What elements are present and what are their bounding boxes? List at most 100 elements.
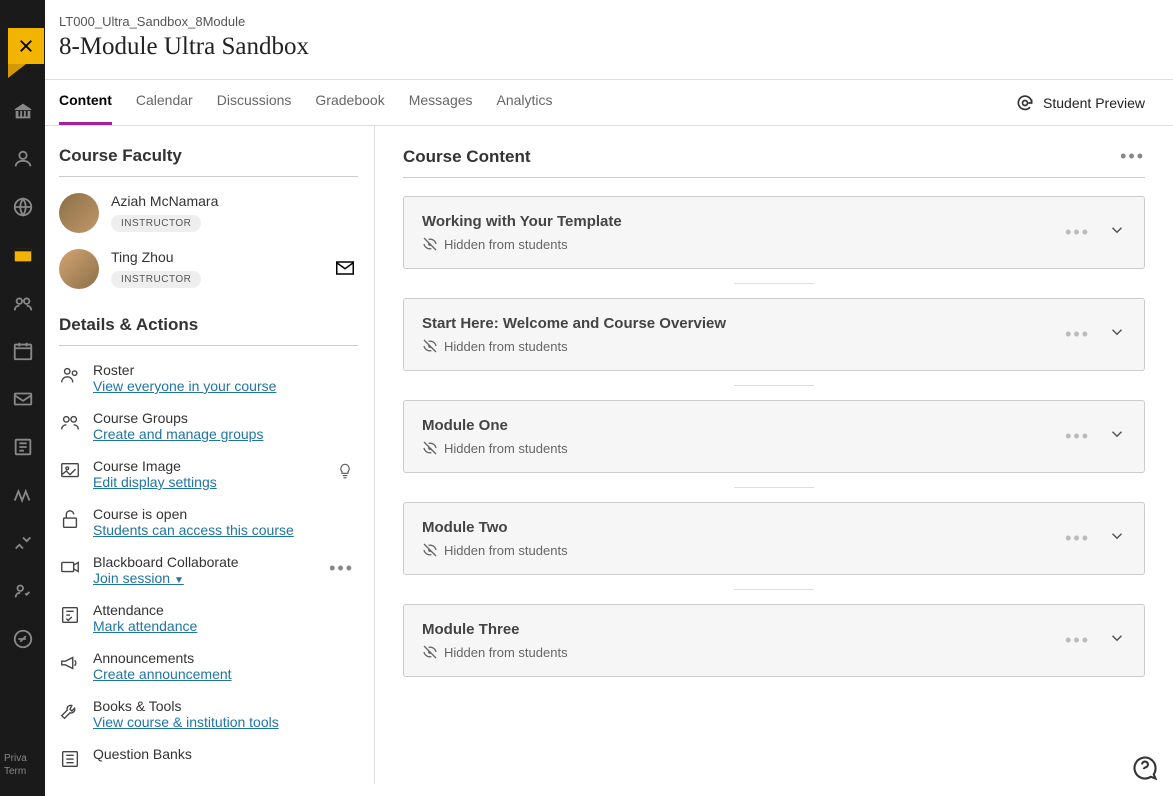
faculty-name: Aziah McNamara [111,193,358,209]
chevron-down-icon[interactable] [1108,323,1126,346]
tab-content[interactable]: Content [59,80,112,125]
course-code: LT000_Ultra_Sandbox_8Module [59,14,1145,29]
action-collaborate: Blackboard Collaborate Join session ▼ ••… [59,554,358,588]
announce-link[interactable]: Create announcement [93,666,232,682]
hidden-icon [422,542,438,558]
action-label: Blackboard Collaborate [93,554,358,570]
student-preview-button[interactable]: Student Preview [1015,93,1145,113]
course-tabs: Content Calendar Discussions Gradebook M… [45,80,1173,126]
hidden-icon [422,236,438,252]
attendance-link[interactable]: Mark attendance [93,618,197,634]
roster-icon [59,364,81,386]
action-roster: Roster View everyone in your course [59,362,358,396]
chevron-down-icon[interactable] [1108,629,1126,652]
details-heading: Details & Actions [59,315,358,346]
nav-profile-icon[interactable] [12,148,34,170]
hidden-icon [422,644,438,660]
hidden-label: Hidden from students [444,645,568,660]
hidden-icon [422,440,438,456]
course-header: LT000_Ultra_Sandbox_8Module 8-Module Ult… [45,0,1173,80]
more-icon[interactable]: ••• [329,558,354,579]
tab-discussions[interactable]: Discussions [217,80,292,125]
module-visibility[interactable]: Hidden from students [422,236,1065,252]
banks-icon [59,748,81,770]
module-title: Module Three [422,621,1065,638]
nav-activity-icon[interactable] [12,196,34,218]
mail-icon[interactable] [336,261,354,280]
faculty-heading: Course Faculty [59,146,358,177]
footer-links: Priva Term [4,752,27,778]
module-title: Working with Your Template [422,213,1065,230]
nav-messages-icon[interactable] [12,388,34,410]
chevron-down-icon[interactable] [1108,425,1126,448]
nav-grades-icon[interactable] [12,436,34,458]
module-more-icon[interactable]: ••• [1065,222,1090,243]
nav-signout-icon[interactable] [12,628,34,650]
chevron-down-icon[interactable] [1108,221,1126,244]
hidden-label: Hidden from students [444,441,568,456]
module-title: Module Two [422,519,1065,536]
lightbulb-icon[interactable] [336,462,354,485]
action-course-open: Course is open Students can access this … [59,506,358,540]
nav-admin-icon[interactable] [12,580,34,602]
avatar[interactable] [59,193,99,233]
action-label: Course Image [93,458,358,474]
groups-icon [59,412,81,434]
module-visibility[interactable]: Hidden from students [422,644,1065,660]
books-link[interactable]: View course & institution tools [93,714,279,730]
action-label: Course Groups [93,410,358,426]
groups-link[interactable]: Create and manage groups [93,426,263,442]
avatar[interactable] [59,249,99,289]
open-link[interactable]: Students can access this course [93,522,294,538]
module-more-icon[interactable]: ••• [1065,324,1090,345]
roster-link[interactable]: View everyone in your course [93,378,276,394]
action-label: Announcements [93,650,358,666]
action-books: Books & Tools View course & institution … [59,698,358,732]
action-label: Books & Tools [93,698,358,714]
help-button[interactable] [1131,754,1159,782]
tab-gradebook[interactable]: Gradebook [315,80,384,125]
tab-messages[interactable]: Messages [409,80,473,125]
footer-privacy[interactable]: Priva [4,752,27,765]
action-question-banks: Question Banks [59,746,358,770]
module-item[interactable]: Module Two Hidden from students ••• [403,502,1145,575]
close-button[interactable] [8,28,44,64]
nav-tools-icon[interactable] [12,484,34,506]
tab-analytics[interactable]: Analytics [497,80,553,125]
module-more-icon[interactable]: ••• [1065,528,1090,549]
content-more-icon[interactable]: ••• [1120,146,1145,167]
faculty-name: Ting Zhou [111,249,358,265]
course-content-panel: Course Content ••• Working with Your Tem… [375,126,1173,784]
hidden-icon [422,338,438,354]
module-item[interactable]: Module Three Hidden from students ••• [403,604,1145,677]
image-link[interactable]: Edit display settings [93,474,217,490]
nav-organizations-icon[interactable] [12,292,34,314]
module-more-icon[interactable]: ••• [1065,630,1090,651]
global-nav: Priva Term [0,0,45,796]
megaphone-icon [59,652,81,674]
module-item[interactable]: Start Here: Welcome and Course Overview … [403,298,1145,371]
module-visibility[interactable]: Hidden from students [422,542,1065,558]
nav-institution-icon[interactable] [12,100,34,122]
course-sidebar: Course Faculty Aziah McNamara INSTRUCTOR… [45,126,375,784]
module-visibility[interactable]: Hidden from students [422,338,1065,354]
module-item[interactable]: Working with Your Template Hidden from s… [403,196,1145,269]
nav-assist-icon[interactable] [12,532,34,554]
faculty-item: Aziah McNamara INSTRUCTOR [59,193,358,233]
camera-icon [59,556,81,578]
tab-calendar[interactable]: Calendar [136,80,193,125]
module-more-icon[interactable]: ••• [1065,426,1090,447]
nav-courses-icon[interactable] [12,244,34,266]
module-visibility[interactable]: Hidden from students [422,440,1065,456]
collab-link[interactable]: Join session ▼ [93,570,184,586]
action-label: Roster [93,362,358,378]
nav-calendar-icon[interactable] [12,340,34,362]
chevron-down-icon[interactable] [1108,527,1126,550]
action-label: Question Banks [93,746,358,762]
module-item[interactable]: Module One Hidden from students ••• [403,400,1145,473]
close-fold [8,64,26,78]
content-heading: Course Content [403,147,531,167]
footer-terms[interactable]: Term [4,765,27,778]
wrench-icon [59,700,81,722]
student-preview-label: Student Preview [1043,95,1145,111]
